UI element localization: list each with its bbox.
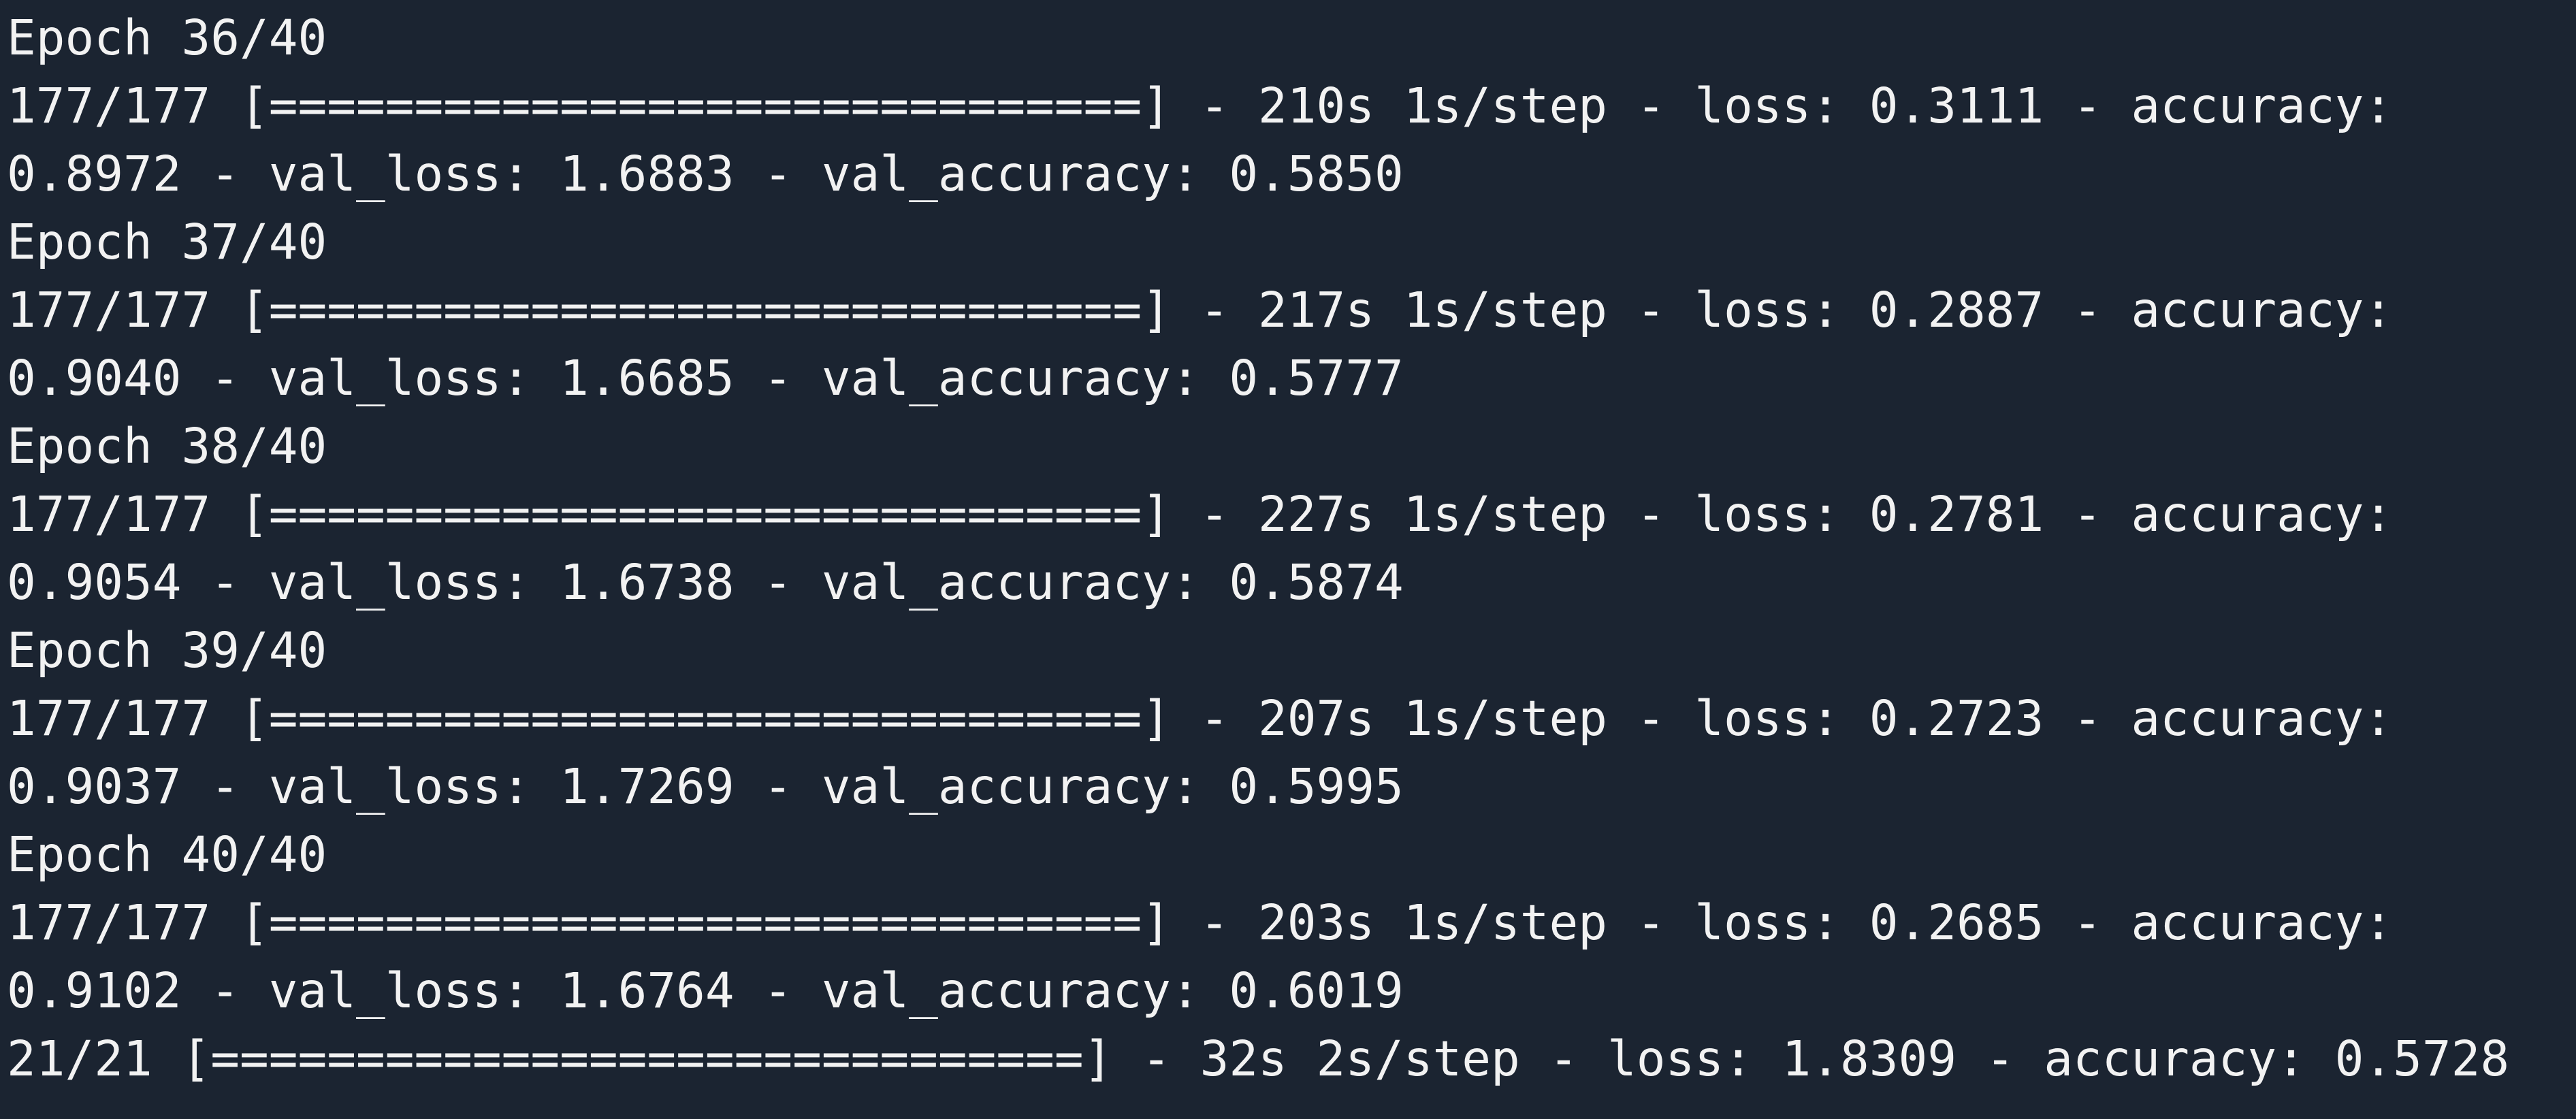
epoch-header: Epoch 40/40 <box>7 826 327 883</box>
epoch-header: Epoch 36/40 <box>7 10 327 66</box>
metrics-line: 0.9102 - val_loss: 1.6764 - val_accuracy… <box>7 962 1404 1019</box>
evaluation-line: 21/21 [==============================] -… <box>7 1031 2510 1087</box>
metrics-line: 0.9054 - val_loss: 1.6738 - val_accuracy… <box>7 554 1404 611</box>
progress-line: 177/177 [==============================]… <box>7 78 2394 134</box>
metrics-line: 0.9037 - val_loss: 1.7269 - val_accuracy… <box>7 758 1404 815</box>
terminal-output: Epoch 36/40 177/177 [===================… <box>0 0 2576 1119</box>
metrics-line: 0.8972 - val_loss: 1.6883 - val_accuracy… <box>7 146 1404 202</box>
epoch-header: Epoch 38/40 <box>7 418 327 474</box>
epoch-header: Epoch 39/40 <box>7 622 327 679</box>
progress-line: 177/177 [==============================]… <box>7 282 2394 338</box>
progress-line: 177/177 [==============================]… <box>7 894 2394 951</box>
progress-line: 177/177 [==============================]… <box>7 690 2394 747</box>
progress-line: 177/177 [==============================]… <box>7 486 2394 542</box>
metrics-line: 0.9040 - val_loss: 1.6685 - val_accuracy… <box>7 350 1404 406</box>
epoch-header: Epoch 37/40 <box>7 214 327 270</box>
